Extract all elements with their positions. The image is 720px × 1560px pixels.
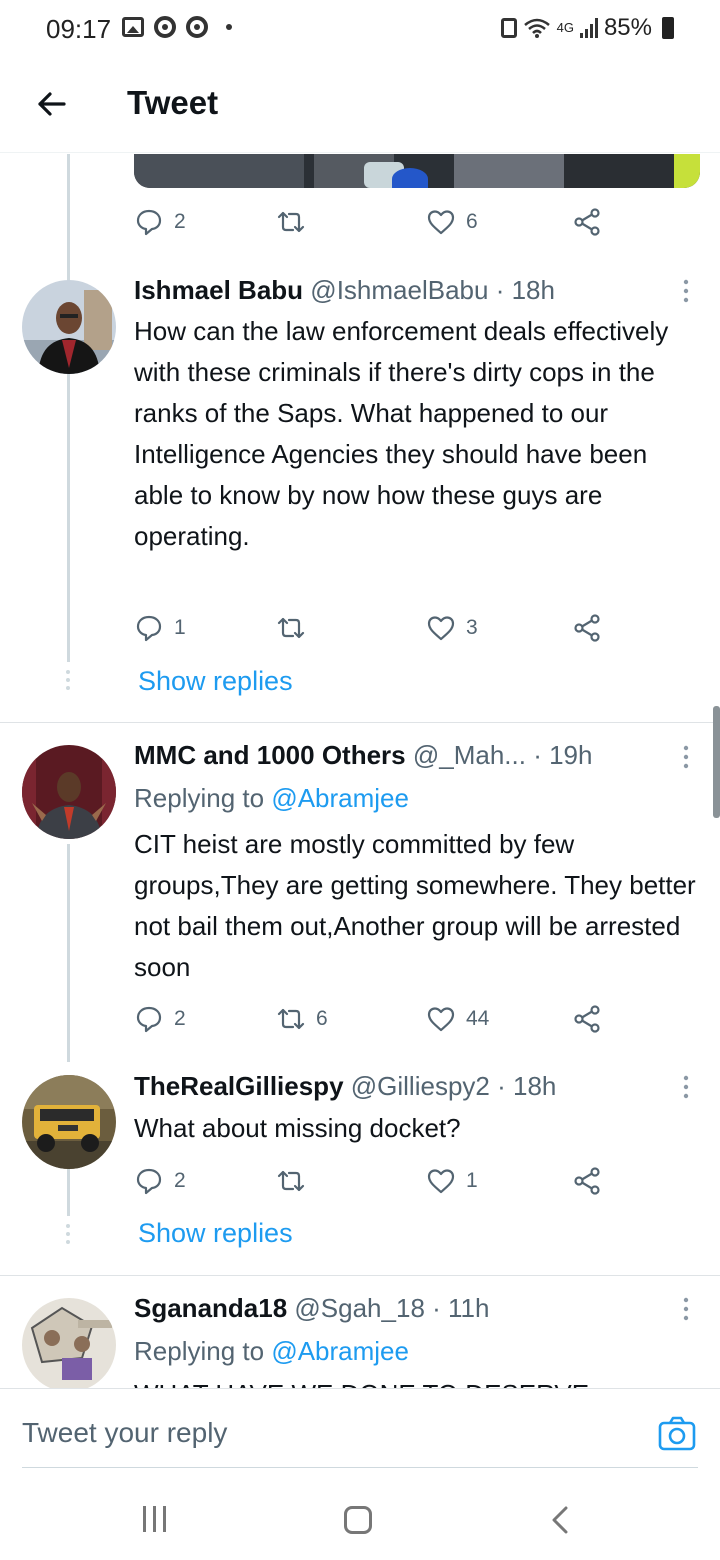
- system-back-button[interactable]: [548, 1504, 572, 1536]
- system-nav-bar: [0, 1480, 720, 1560]
- avatar[interactable]: [22, 1298, 116, 1388]
- more-icon[interactable]: [676, 1294, 696, 1324]
- display-name[interactable]: Sgananda18: [134, 1293, 287, 1323]
- user-handle[interactable]: @Sgah_18: [294, 1293, 425, 1323]
- replying-to: Replying to @Abramjee: [134, 1336, 409, 1367]
- replying-to-label: Replying to: [134, 1336, 265, 1366]
- reply-input[interactable]: Tweet your reply: [22, 1417, 227, 1449]
- tweet[interactable]: Sgananda18 @Sgah_18 · 11h Replying to @A…: [0, 0, 720, 1388]
- tweet-text: WHAT HAVE WE DONE TO DESERVE: [134, 1374, 700, 1388]
- recents-button[interactable]: [143, 1506, 166, 1532]
- camera-icon[interactable]: [658, 1415, 696, 1451]
- scrollbar-thumb[interactable]: [713, 706, 720, 818]
- home-button[interactable]: [344, 1506, 372, 1534]
- reply-composer: Tweet your reply: [0, 1388, 720, 1480]
- tweet-header: Sgananda18 @Sgah_18 · 11h: [134, 1293, 489, 1324]
- tweet-time: · 11h: [432, 1293, 490, 1323]
- mention-link[interactable]: @Abramjee: [271, 1336, 409, 1366]
